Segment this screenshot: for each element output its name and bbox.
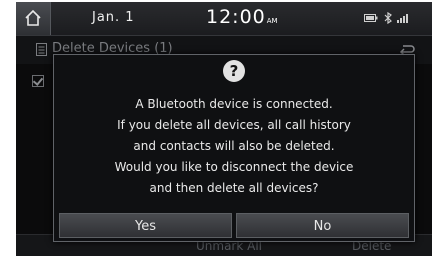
status-bar: Jan. 1 12:00AM [16, 2, 432, 36]
home-icon [25, 9, 41, 26]
home-button[interactable] [16, 2, 51, 35]
dialog-message-line-3: and contacts will also be deleted. [133, 139, 335, 153]
dialog-message-line-1: A Bluetooth device is connected. [135, 97, 333, 111]
bluetooth-icon [384, 12, 392, 24]
battery-icon [364, 14, 378, 22]
clock-display: 12:00AM [206, 6, 278, 28]
head-unit-screen: Jan. 1 12:00AM Delete Devices (1) Unmark… [16, 2, 432, 256]
dialog-message-line-4: Would you like to disconnect the device [114, 160, 354, 174]
no-button[interactable]: No [236, 213, 409, 238]
yes-button[interactable]: Yes [59, 213, 232, 238]
clock-ampm: AM [266, 17, 278, 25]
list-icon [36, 43, 47, 56]
signal-icon [397, 14, 408, 23]
clock-time: 12:00 [206, 6, 266, 28]
dialog-message-line-5: and then delete all devices? [149, 181, 319, 195]
question-icon: ? [223, 60, 245, 82]
dialog-message-line-2: If you delete all devices, all call hist… [117, 118, 351, 132]
confirm-dialog: ? A Bluetooth device is connected. If yo… [53, 54, 415, 242]
date-display: Jan. 1 [92, 10, 135, 25]
select-all-checkbox[interactable] [32, 75, 44, 87]
